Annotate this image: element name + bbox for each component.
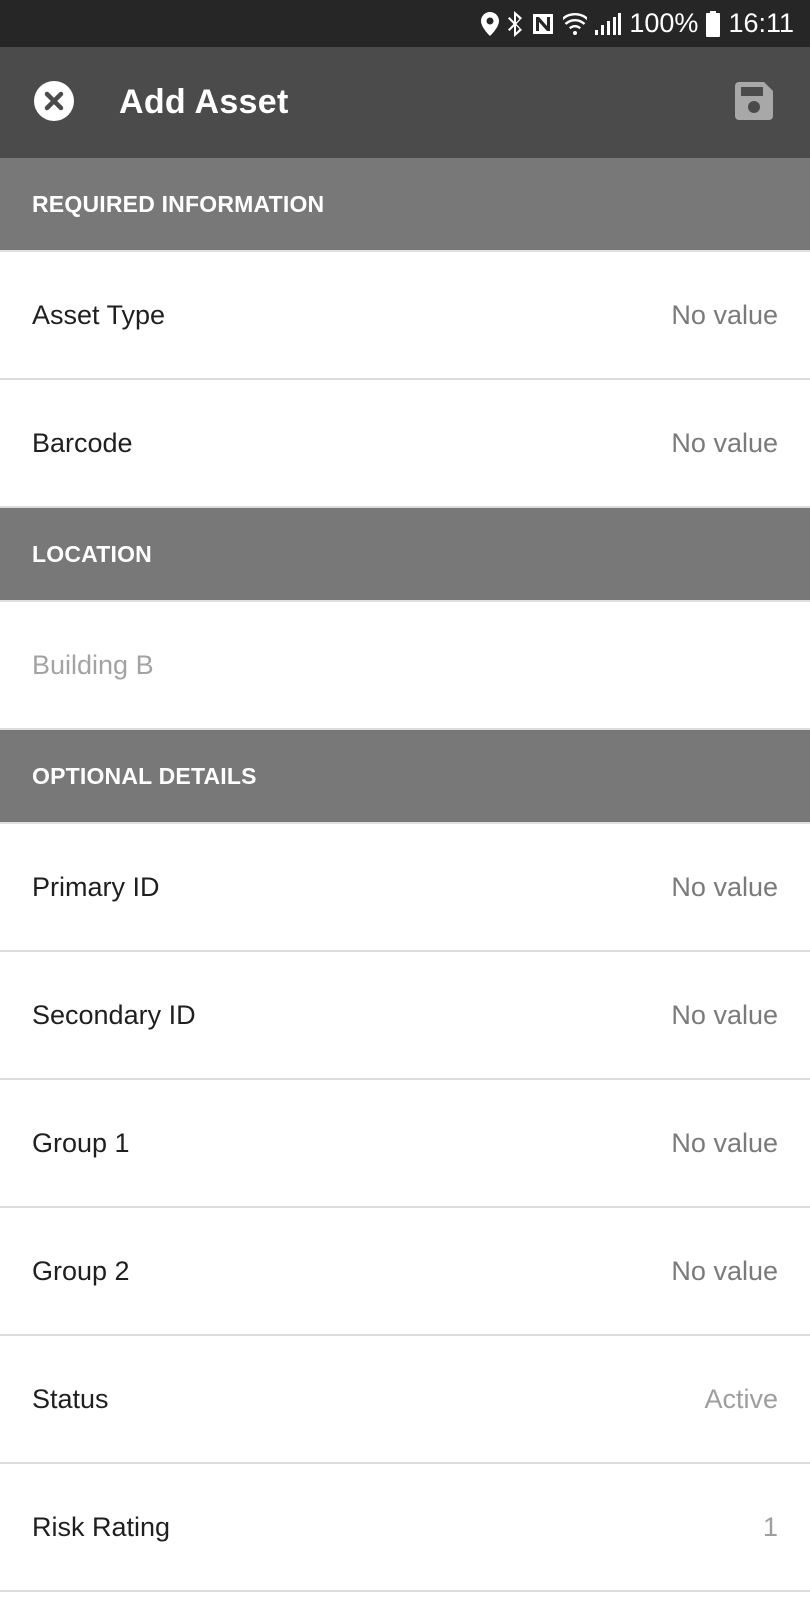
field-value: No value: [671, 871, 778, 902]
wifi-icon: [563, 12, 588, 35]
field-value: No value: [671, 427, 778, 458]
field-group-1[interactable]: Group 1 No value: [0, 1080, 810, 1208]
nfc-icon: [531, 12, 555, 36]
field-status[interactable]: Status Active: [0, 1336, 810, 1464]
field-value: No value: [671, 299, 778, 330]
bluetooth-icon: [507, 10, 523, 37]
location-field[interactable]: Building B: [0, 602, 810, 730]
field-value: No value: [671, 999, 778, 1030]
field-value: Active: [704, 1383, 778, 1414]
field-label: Primary ID: [32, 871, 160, 902]
app-bar: Add Asset: [0, 47, 810, 158]
status-bar: 100% 16:11: [0, 0, 810, 47]
section-header-optional: OPTIONAL DETAILS: [0, 730, 810, 824]
section-header-required: REQUIRED INFORMATION: [0, 158, 810, 252]
close-button[interactable]: [34, 80, 74, 126]
location-value: Building B: [32, 649, 154, 680]
status-time: 16:11: [728, 8, 794, 38]
field-secondary-id[interactable]: Secondary ID No value: [0, 952, 810, 1080]
battery-icon: [706, 10, 721, 37]
field-primary-id[interactable]: Primary ID No value: [0, 824, 810, 952]
field-barcode[interactable]: Barcode No value: [0, 380, 810, 508]
field-value: 1: [762, 1511, 778, 1542]
field-label: Asset Type: [32, 299, 166, 330]
field-label: Secondary ID: [32, 999, 196, 1030]
field-group-2[interactable]: Group 2 No value: [0, 1208, 810, 1336]
field-label: Group 2: [32, 1255, 130, 1286]
page-title: Add Asset: [119, 83, 289, 121]
field-label: Status: [32, 1383, 109, 1414]
field-label: Group 1: [32, 1127, 130, 1158]
save-icon: [735, 81, 773, 125]
field-value: No value: [671, 1255, 778, 1286]
save-button[interactable]: [734, 81, 774, 125]
field-asset-type[interactable]: Asset Type No value: [0, 252, 810, 380]
field-label: Barcode: [32, 427, 133, 458]
signal-icon: [595, 12, 622, 35]
field-label: Risk Rating: [32, 1511, 171, 1542]
location-icon: [481, 11, 500, 36]
section-header-location: LOCATION: [0, 508, 810, 602]
battery-percent: 100%: [629, 8, 699, 38]
field-value: No value: [671, 1127, 778, 1158]
close-circle-icon: [34, 80, 74, 126]
field-risk-rating[interactable]: Risk Rating 1: [0, 1464, 810, 1592]
